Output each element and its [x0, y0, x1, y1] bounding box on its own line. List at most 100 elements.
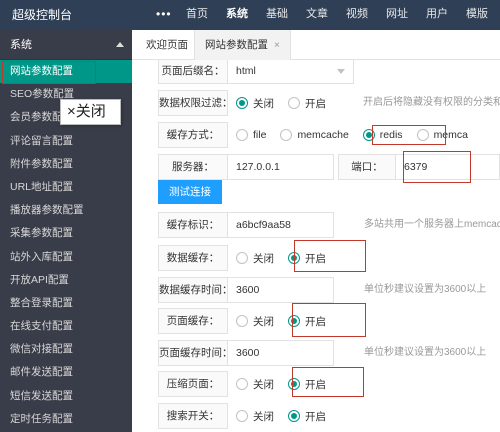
radio-unchecked-icon — [280, 129, 293, 141]
server-input[interactable]: 127.0.0.1 — [228, 154, 334, 180]
search-radios: 关闭 开启 — [236, 403, 340, 429]
data-cache-on-radio[interactable]: 开启 — [288, 251, 326, 266]
tab-welcome[interactable]: 欢迎页面 — [136, 30, 198, 60]
page-suffix-value: html — [236, 65, 256, 77]
radio-unchecked-icon — [236, 410, 248, 422]
nav-url[interactable]: 网址 — [377, 0, 417, 30]
port-input[interactable]: 6379 — [396, 154, 500, 180]
sidebar-item-import-config[interactable]: 站外入库配置 — [0, 246, 132, 269]
radio-label: 开启 — [305, 378, 326, 391]
radio-label: 开启 — [305, 410, 326, 423]
sidebar-item-attachment-config[interactable]: 附件参数配置 — [0, 153, 132, 176]
compress-off-radio[interactable]: 关闭 — [236, 377, 274, 392]
radio-label: 关闭 — [253, 252, 274, 265]
permission-filter-radios: 关闭 开启 — [236, 90, 340, 116]
sidebar-item-sms-config[interactable]: 短信发送配置 — [0, 385, 132, 408]
permission-filter-label: 数据权限过滤： — [158, 90, 233, 116]
radio-label: 关闭 — [253, 97, 274, 110]
chevron-down-icon — [337, 69, 345, 74]
radio-label: 关闭 — [253, 315, 274, 328]
cache-mode-file-radio[interactable]: file — [236, 129, 266, 141]
radio-checked-icon — [288, 252, 300, 264]
cache-mode-memcache-radio[interactable]: memcache — [280, 129, 349, 141]
sidebar-item-wechat-config[interactable]: 微信对接配置 — [0, 338, 132, 361]
sidebar-item-site-config[interactable]: 网站参数配置 — [0, 60, 132, 85]
cache-id-input[interactable]: a6bcf9aa58 — [228, 212, 334, 238]
radio-label: redis — [379, 129, 403, 141]
cache-mode-label: 缓存方式： — [158, 122, 228, 148]
sidebar-item-payment-config[interactable]: 在线支付配置 — [0, 315, 132, 338]
radio-label: 开启 — [305, 252, 326, 265]
radio-unchecked-icon — [236, 129, 248, 141]
nav-user[interactable]: 用户 — [417, 0, 457, 30]
page-cache-time-input[interactable]: 3600 — [228, 340, 334, 366]
cache-mode-redis-radio[interactable]: redis — [362, 129, 403, 141]
radio-checked-icon — [288, 410, 300, 422]
radio-label: 关闭 — [253, 410, 274, 423]
cache-mode-radios: file memcache redis memca — [236, 122, 482, 148]
sidebar-item-collect-config[interactable]: 采集参数配置 — [0, 222, 132, 245]
sidebar-item-url-config[interactable]: URL地址配置 — [0, 176, 132, 199]
radio-label: 关闭 — [253, 378, 274, 391]
close-icon[interactable]: × — [274, 40, 280, 51]
search-label: 搜索开关： — [158, 403, 228, 429]
data-cache-radios: 关闭 开启 — [236, 245, 340, 271]
radio-label: file — [253, 129, 267, 141]
sidebar-item-email-config[interactable]: 邮件发送配置 — [0, 361, 132, 384]
top-nav: 首页 系统 基础 文章 视频 网址 用户 模版 — [177, 0, 497, 30]
nav-template[interactable]: 模版 — [457, 0, 497, 30]
data-cache-off-radio[interactable]: 关闭 — [236, 251, 274, 266]
search-off-radio[interactable]: 关闭 — [236, 409, 274, 424]
radio-unchecked-icon — [288, 97, 300, 109]
sidebar-section-header[interactable]: 系统 — [0, 30, 132, 60]
radio-checked-icon — [288, 378, 300, 390]
cache-id-label: 缓存标识： — [158, 212, 228, 238]
compress-on-radio[interactable]: 开启 — [288, 377, 326, 392]
sidebar-item-login-config[interactable]: 整合登录配置 — [0, 292, 132, 315]
sidebar-item-cron-config[interactable]: 定时任务配置 — [0, 408, 132, 431]
page-cache-time-label: 页面缓存时间： — [158, 340, 233, 366]
radio-checked-icon — [236, 97, 248, 109]
page-cache-radios: 关闭 开启 — [236, 308, 340, 334]
radio-label: memcache — [297, 129, 349, 141]
dots-menu-icon[interactable]: ••• — [156, 0, 172, 28]
radio-unchecked-icon — [236, 252, 248, 264]
data-cache-time-input[interactable]: 3600 — [228, 277, 334, 303]
nav-basic[interactable]: 基础 — [257, 0, 297, 30]
page-suffix-select[interactable]: html — [228, 60, 354, 84]
permission-filter-hint: 开启后将隐藏没有权限的分类和 — [363, 97, 500, 108]
sidebar-item-api-config[interactable]: 开放API配置 — [0, 269, 132, 292]
app-title: 超级控制台 — [12, 8, 73, 22]
page-cache-time-hint: 单位秒建议设置为3600以上 — [364, 347, 487, 358]
permission-filter-on-radio[interactable]: 开启 — [288, 96, 326, 111]
search-on-radio[interactable]: 开启 — [288, 409, 326, 424]
tab-site-config-label: 网站参数配置 — [205, 39, 268, 51]
radio-checked-icon — [362, 129, 375, 141]
page-cache-on-radio[interactable]: 开启 — [288, 314, 326, 329]
close-tooltip[interactable]: ×关闭 — [60, 99, 121, 125]
tab-site-config[interactable]: 网站参数配置 × — [194, 30, 291, 60]
sidebar: 系统 网站参数配置 SEO参数配置 会员参数配置 评论留言配置 附件参数配置 U… — [0, 30, 132, 432]
test-connection-button[interactable]: 测试连接 — [158, 180, 222, 204]
radio-label: memca — [433, 129, 468, 141]
sidebar-item-player-config[interactable]: 播放器参数配置 — [0, 199, 132, 222]
radio-unchecked-icon — [236, 315, 248, 327]
chevron-up-icon — [116, 42, 124, 47]
nav-system[interactable]: 系统 — [217, 0, 257, 30]
page-cache-off-radio[interactable]: 关闭 — [236, 314, 274, 329]
data-cache-time-label: 数据缓存时间： — [158, 277, 233, 303]
top-bar: 超级控制台 ••• 首页 系统 基础 文章 视频 网址 用户 模版 — [0, 0, 500, 30]
permission-filter-off-radio[interactable]: 关闭 — [236, 96, 274, 111]
radio-unchecked-icon — [416, 129, 429, 141]
sidebar-section-label: 系统 — [10, 39, 32, 51]
sidebar-item-comment-config[interactable]: 评论留言配置 — [0, 130, 132, 153]
nav-video[interactable]: 视频 — [337, 0, 377, 30]
nav-home[interactable]: 首页 — [177, 0, 217, 30]
cache-id-hint: 多站共用一个服务器上memcach — [364, 219, 500, 230]
page-suffix-label: 页面后缀名： — [158, 60, 228, 84]
config-form: 页面后缀名： html 数据权限过滤： 关闭 开启 开启后将隐藏没有权限的分类和… — [132, 60, 500, 432]
tab-bar: 欢迎页面 网站参数配置 × — [132, 30, 500, 60]
cache-mode-memcached-radio[interactable]: memca — [416, 129, 468, 141]
compress-label: 压缩页面： — [158, 371, 228, 397]
nav-article[interactable]: 文章 — [297, 0, 337, 30]
